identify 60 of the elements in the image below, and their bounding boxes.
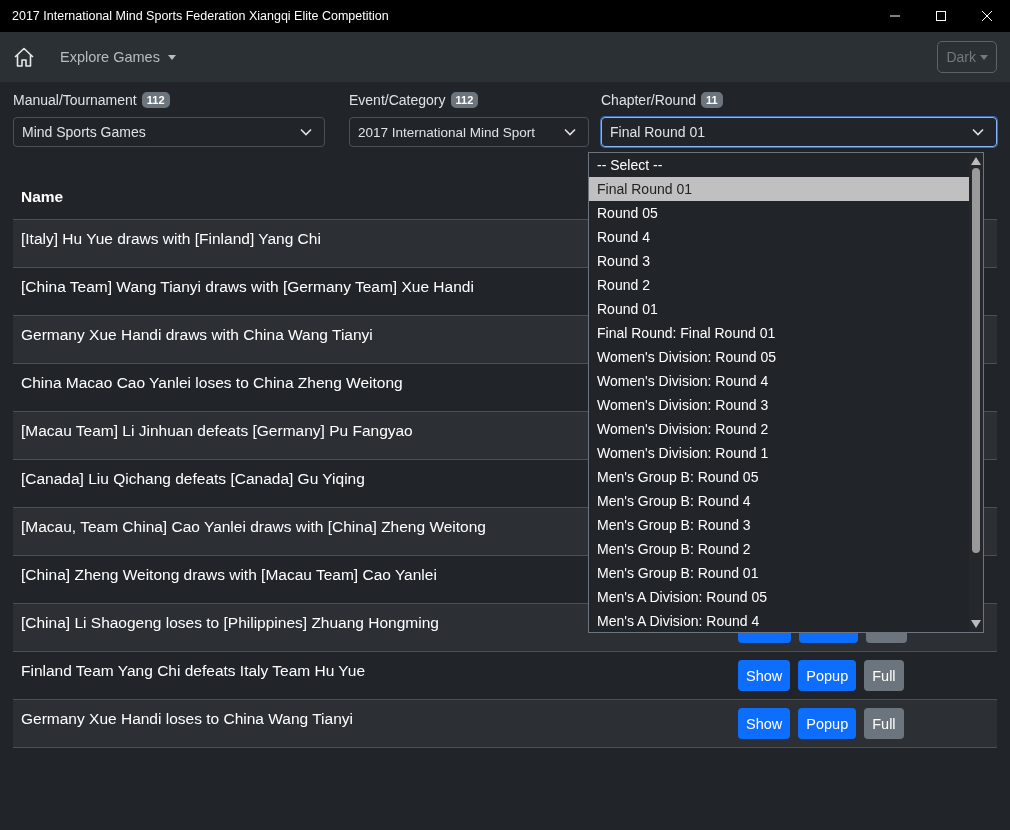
dropdown-option[interactable]: Round 05 xyxy=(589,201,969,225)
dropdown-option[interactable]: Women's Division: Round 1 xyxy=(589,441,969,465)
game-name: Germany Xue Handi draws with China Wang Tianyi xyxy=(21,325,373,343)
game-name: [China Team] Wang Tianyi draws with [Germany Team] Xue Handi xyxy=(21,277,474,295)
dropdown-option[interactable]: Round 4 xyxy=(589,225,969,249)
dropdown-option[interactable]: Final Round: Final Round 01 xyxy=(589,321,969,345)
select-field[interactable]: 2017 International Mind Sport xyxy=(349,117,589,147)
dropdown-option[interactable]: -- Select -- xyxy=(589,153,969,177)
dropdown-option[interactable]: Men's Group B: Round 2 xyxy=(589,537,969,561)
window-title: 2017 International Mind Sports Federation Xiangqi Elite Competition xyxy=(11,9,389,23)
scrollbar-thumb[interactable] xyxy=(972,168,980,553)
game-name: China Macao Cao Yanlei loses to China Zheng Weitong xyxy=(21,373,403,391)
game-name: [China] Zheng Weitong draws with [Macau Team] Cao Yanlei xyxy=(21,565,437,583)
game-name: [Macau, Team China] Cao Yanlei draws with [China] Zheng Weitong xyxy=(21,517,486,535)
dropdown-option[interactable]: Round 3 xyxy=(589,249,969,273)
filter-label: Chapter/Round xyxy=(601,91,696,108)
filter-label: Manual/Tournament xyxy=(13,91,137,108)
count-badge: 11 xyxy=(700,91,723,108)
select-field[interactable]: Final Round 01 xyxy=(601,117,997,147)
action-button[interactable]: Show xyxy=(738,660,791,691)
chevron-down-icon xyxy=(300,128,312,136)
dropdown-option[interactable]: Men's A Division: Round 4 xyxy=(589,609,969,633)
caret-icon xyxy=(980,54,988,60)
dropdown-option[interactable]: Men's Group B: Round 3 xyxy=(589,513,969,537)
filter-label: Event/Category xyxy=(349,91,446,108)
select-field[interactable]: Mind Sports Games xyxy=(13,117,325,147)
home-icon[interactable] xyxy=(13,46,35,68)
dropdown-option[interactable]: Men's Group B: Round 4 xyxy=(589,489,969,513)
dropdown-option[interactable]: Men's Group B: Round 05 xyxy=(589,465,969,489)
dropdown-option[interactable]: Women's Division: Round 3 xyxy=(589,393,969,417)
action-button[interactable]: Popup xyxy=(798,708,857,739)
game-name: Finland Team Yang Chi defeats Italy Team Hu Yue xyxy=(21,661,366,679)
dropdown-option[interactable]: Round 01 xyxy=(589,297,969,321)
scroll-down-icon[interactable] xyxy=(971,620,981,628)
action-button[interactable]: Full xyxy=(864,708,904,739)
dropdown-option[interactable]: Women's Division: Round 4 xyxy=(589,369,969,393)
dropdown-option[interactable]: Round 2 xyxy=(589,273,969,297)
game-name: [Canada] Liu Qichang defeats [Canada] Gu Yiqing xyxy=(21,469,365,487)
game-name: [Italy] Hu Yue draws with [Finland] Yang Chi xyxy=(21,229,321,247)
action-button[interactable]: Show xyxy=(738,708,791,739)
close-icon[interactable] xyxy=(982,11,992,21)
dropdown-option[interactable]: Men's Group B: Round 01 xyxy=(589,561,969,585)
dropdown-option[interactable]: Women's Division: Round 2 xyxy=(589,417,969,441)
dropdown-option[interactable]: Men's A Division: Round 05 xyxy=(589,585,969,609)
scroll-up-icon[interactable] xyxy=(971,157,981,165)
chevron-down-icon xyxy=(972,128,984,136)
caret-icon xyxy=(167,54,176,60)
game-name: [China] Li Shaogeng loses to [Philippines] Zhuang Hongming xyxy=(21,613,439,631)
explore-games-menu[interactable]: Explore Games xyxy=(60,45,176,69)
count-badge: 112 xyxy=(450,91,479,108)
dropdown-option[interactable]: Final Round 01 xyxy=(589,177,969,201)
game-name: Germany Xue Handi loses to China Wang Tianyi xyxy=(21,709,353,727)
game-name: [Macau Team] Li Jinhuan defeats [Germany] Pu Fangyao xyxy=(21,421,413,439)
action-button[interactable]: Full xyxy=(864,660,904,691)
chevron-down-icon xyxy=(564,128,576,136)
count-badge: 112 xyxy=(141,91,170,108)
action-button[interactable]: Popup xyxy=(798,660,857,691)
dropdown-option[interactable]: Women's Division: Round 05 xyxy=(589,345,969,369)
column-header: Name xyxy=(21,188,64,206)
maximize-icon[interactable] xyxy=(936,11,946,21)
